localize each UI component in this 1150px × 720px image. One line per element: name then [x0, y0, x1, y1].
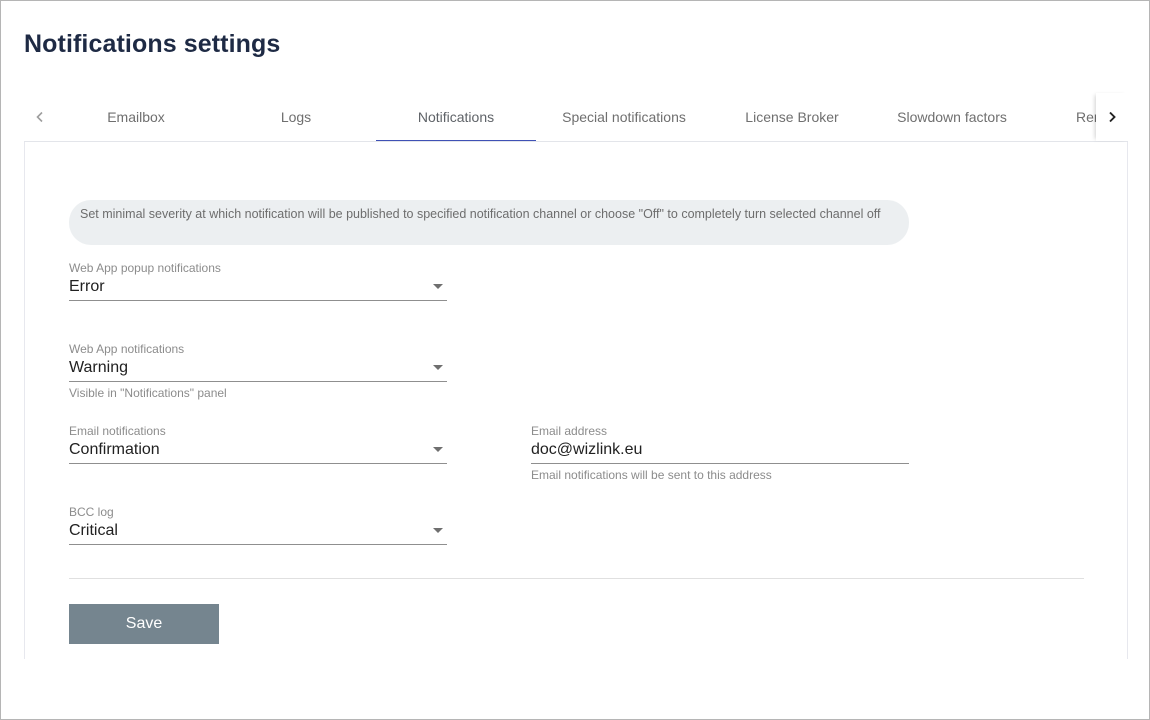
bcc-log-field: BCC log Critical	[69, 505, 447, 545]
tab-label: License Broker	[745, 109, 839, 125]
tab-emailbox[interactable]: Emailbox	[56, 93, 216, 141]
email-address-field: Email address doc@wizlink.eu Email notif…	[531, 424, 909, 482]
tab-remo[interactable]: Remo	[1032, 93, 1096, 141]
select-value: Critical	[69, 522, 118, 539]
web-app-popup-field: Web App popup notifications Error	[69, 261, 447, 301]
web-app-select[interactable]: Warning	[69, 357, 447, 382]
input-value: doc@wizlink.eu	[531, 441, 643, 458]
tab-strip: Emailbox Logs Notifications Special noti…	[56, 93, 1096, 141]
bcc-log-select[interactable]: Critical	[69, 520, 447, 545]
field-hint: Visible in "Notifications" panel	[69, 386, 227, 400]
email-notifications-field: Email notifications Confirmation	[69, 424, 447, 464]
dropdown-arrow-icon	[433, 528, 443, 533]
dropdown-arrow-icon	[433, 447, 443, 452]
select-value: Warning	[69, 359, 128, 376]
dropdown-arrow-icon	[433, 365, 443, 370]
select-value: Confirmation	[69, 441, 160, 458]
tab-label: Logs	[280, 109, 312, 125]
tab-license-broker[interactable]: License Broker	[712, 93, 872, 141]
select-value: Error	[69, 278, 105, 295]
chevron-right-icon	[1109, 111, 1116, 123]
settings-window: Notifications settings Emailbox Logs Not…	[0, 0, 1150, 720]
web-app-field: Web App notifications Warning Visible in…	[69, 342, 447, 400]
tab-scroll-right-button[interactable]	[1096, 93, 1128, 141]
tab-special-notifications[interactable]: Special notifications	[536, 93, 712, 141]
tab-label: Slowdown factors	[897, 109, 1007, 125]
field-label: Web App notifications	[69, 342, 185, 356]
field-label: Web App popup notifications	[69, 261, 221, 275]
field-label: BCC log	[69, 505, 114, 519]
field-hint: Email notifications will be sent to this…	[531, 468, 772, 482]
info-message: Set minimal severity at which notificati…	[69, 200, 909, 245]
chevron-left-icon	[36, 111, 43, 123]
page-title: Notifications settings	[24, 30, 281, 58]
tab-notifications[interactable]: Notifications	[376, 93, 536, 141]
field-label: Email address	[531, 424, 608, 438]
tab-label: Notifications	[417, 109, 495, 125]
web-app-popup-select[interactable]: Error	[69, 276, 447, 301]
divider	[69, 578, 1084, 579]
tab-slowdown-factors[interactable]: Slowdown factors	[872, 93, 1032, 141]
email-address-input[interactable]: doc@wizlink.eu	[531, 439, 909, 464]
tab-logs[interactable]: Logs	[216, 93, 376, 141]
save-button[interactable]: Save	[69, 604, 219, 644]
tab-label: Emailbox	[107, 109, 165, 125]
tab-scroll-left-button[interactable]	[24, 93, 56, 141]
email-notifications-select[interactable]: Confirmation	[69, 439, 447, 464]
tab-label: Remo	[1076, 109, 1096, 125]
tab-bar: Emailbox Logs Notifications Special noti…	[24, 93, 1128, 142]
notifications-panel: Set minimal severity at which notificati…	[24, 142, 1128, 659]
dropdown-arrow-icon	[433, 284, 443, 289]
tab-label: Special notifications	[562, 109, 686, 125]
field-label: Email notifications	[69, 424, 166, 438]
